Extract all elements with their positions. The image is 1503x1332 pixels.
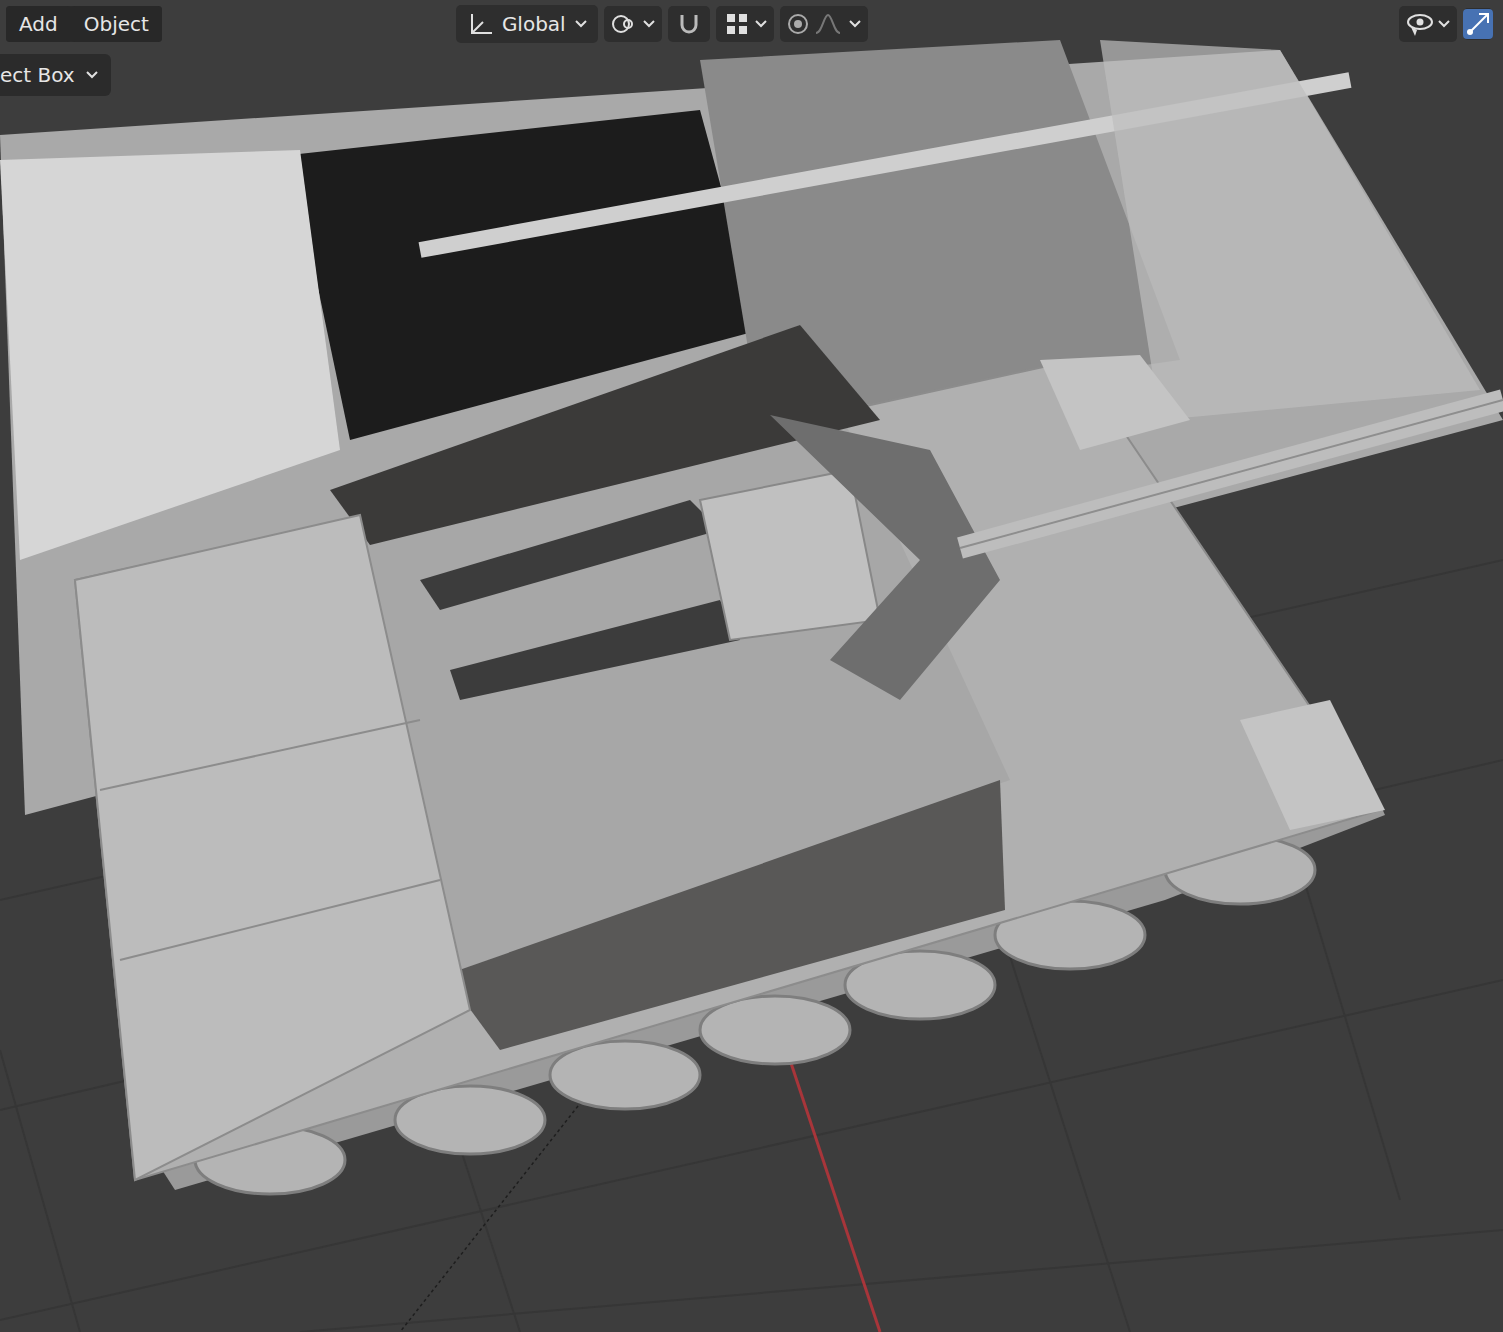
- select-mode-label: ect Box: [0, 63, 75, 87]
- proportional-icon: [786, 11, 846, 37]
- gizmo-button[interactable]: [1463, 9, 1493, 39]
- chevron-icon: [1437, 19, 1451, 29]
- visibility-icon: [1405, 11, 1435, 37]
- snap-target-group: [716, 6, 774, 42]
- tank-model: [75, 325, 1503, 1194]
- snap-icon: [676, 11, 702, 37]
- viewport-header: AddObject Global: [0, 0, 1503, 48]
- snap-button[interactable]: [674, 9, 704, 39]
- visibility-button[interactable]: [1405, 9, 1435, 39]
- proportional-group: [780, 6, 868, 42]
- chevron-icon: [848, 19, 862, 29]
- snap-group: [668, 6, 710, 42]
- snap-target-button[interactable]: [722, 9, 752, 39]
- scene-canvas[interactable]: [0, 0, 1503, 1332]
- gizmo-icon: [1463, 10, 1493, 38]
- proportional-button[interactable]: [786, 9, 846, 39]
- orientation-icon: [466, 11, 494, 37]
- snap-target-icon: [724, 11, 750, 37]
- 3d-viewport[interactable]: AddObject Global ect Box: [0, 0, 1503, 1332]
- orientation-label: Global: [502, 12, 566, 36]
- transform-orientation-dropdown[interactable]: Global: [456, 5, 598, 43]
- menu-item[interactable]: Object: [71, 6, 162, 42]
- pivot-icon: [610, 11, 640, 37]
- gizmo-group: [1463, 8, 1493, 40]
- menu-item[interactable]: Add: [6, 6, 71, 42]
- chevron-icon: [754, 19, 768, 29]
- pivot-group: [604, 6, 662, 42]
- chevron-icon: [642, 19, 656, 29]
- pivot-button[interactable]: [610, 9, 640, 39]
- visibility-group: [1399, 6, 1457, 42]
- menu-bar: AddObject: [6, 6, 162, 42]
- chevron-icon: [574, 19, 588, 29]
- select-mode-dropdown[interactable]: ect Box: [0, 54, 111, 96]
- chevron-icon: [85, 70, 99, 80]
